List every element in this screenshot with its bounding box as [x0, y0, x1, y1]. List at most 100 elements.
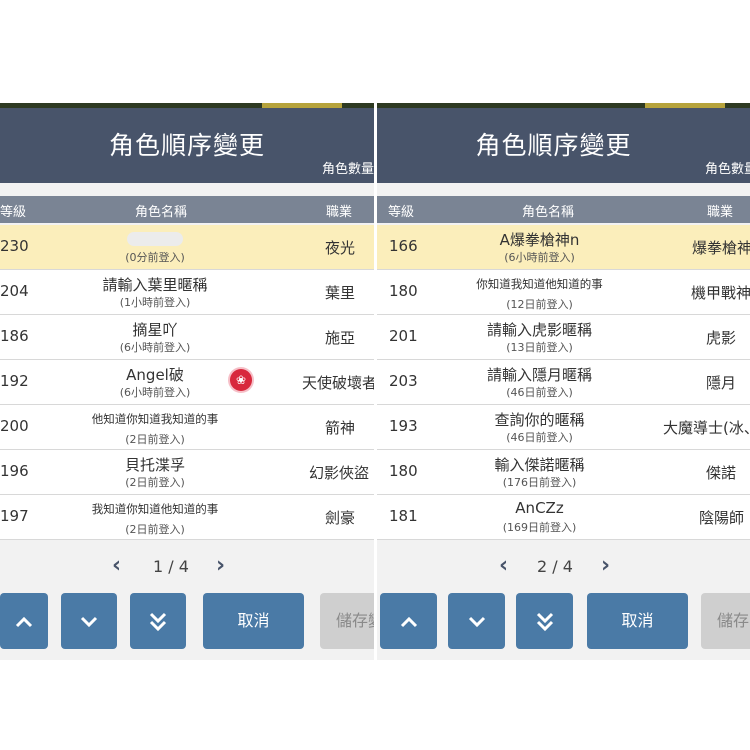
- chevron-down-icon: [80, 616, 98, 627]
- character-count-label: 角色數量: [705, 162, 750, 177]
- character-row[interactable]: 166 A爆拳槍神n (6小時前登入) 爆拳槍神: [377, 225, 750, 270]
- character-row[interactable]: 201 請輸入虎影暱稱 (13日前登入) 虎影: [377, 315, 750, 360]
- character-job: 幻影俠盜: [309, 464, 370, 482]
- character-name: 輸入傑諾暱稱: [494, 456, 585, 474]
- column-header: 等級 角色名稱 職業: [0, 196, 374, 223]
- character-name: AnCZz: [515, 499, 564, 517]
- dialog-title: 角色順序變更: [108, 131, 265, 160]
- character-name: 請輸入隱月暱稱: [486, 366, 592, 384]
- last-login: (6小時前登入): [119, 341, 191, 354]
- character-job: 陰陽師: [699, 509, 745, 527]
- character-job: 施亞: [325, 329, 356, 347]
- character-level: 203: [389, 372, 418, 390]
- character-level: 192: [0, 372, 29, 390]
- character-job: 大魔導士(冰、: [663, 419, 750, 437]
- character-list: 230 (0分前登入) 夜光 204 請輸入葉里暱稱 (1小時前登入) 葉里 1…: [0, 225, 374, 540]
- character-level: 180: [389, 282, 418, 300]
- column-job: 職業: [707, 205, 734, 220]
- character-level: 181: [389, 507, 418, 525]
- character-name: 請輸入葉里暱稱: [102, 276, 208, 294]
- character-job: 箭神: [325, 419, 356, 437]
- column-level: 等級: [388, 205, 415, 220]
- character-row[interactable]: 193 查詢你的暱稱 (46日前登入) 大魔導士(冰、: [377, 405, 750, 450]
- last-login: (46日前登入): [506, 386, 573, 399]
- move-to-bottom-button[interactable]: [516, 593, 573, 649]
- last-login: (1小時前登入): [119, 296, 191, 309]
- character-level: 166: [389, 237, 418, 255]
- character-row[interactable]: 204 請輸入葉里暱稱 (1小時前登入) 葉里: [0, 270, 374, 315]
- character-row[interactable]: 196 貝托渫孚 (2日前登入) 幻影俠盜: [0, 450, 374, 495]
- character-row[interactable]: 200 他知道你知道我知道的事 (2日前登入) 箭神: [0, 405, 374, 450]
- character-name: 你知道我知道他知道的事: [476, 277, 603, 291]
- save-button[interactable]: 儲存變: [320, 593, 374, 649]
- character-row[interactable]: 180 你知道我知道他知道的事 (12日前登入) 機甲戰神: [377, 270, 750, 315]
- character-row[interactable]: 180 輸入傑諾暱稱 (176日前登入) 傑諾: [377, 450, 750, 495]
- last-login: (6小時前登入): [504, 251, 575, 264]
- redacted-name: [127, 231, 183, 246]
- column-name: 角色名稱: [522, 205, 575, 220]
- character-name: A爆拳槍神n: [499, 231, 580, 249]
- last-login: (0分前登入): [125, 251, 185, 264]
- character-job: 傑諾: [706, 464, 737, 482]
- character-row[interactable]: 192 Angel破 (6小時前登入) ❀ 天使破壞者: [0, 360, 374, 405]
- character-level: 204: [0, 282, 29, 300]
- character-level: 193: [389, 417, 418, 435]
- character-row[interactable]: 203 請輸入隱月暱稱 (46日前登入) 隱月: [377, 360, 750, 405]
- move-up-button[interactable]: [380, 593, 437, 649]
- cancel-button[interactable]: 取消: [203, 593, 304, 649]
- character-job: 夜光: [325, 239, 356, 257]
- character-row[interactable]: 181 AnCZz (169日前登入) 陰陽師: [377, 495, 750, 540]
- column-job: 職業: [326, 205, 353, 220]
- chevron-left-icon[interactable]: ‹: [499, 555, 508, 577]
- character-job: 機甲戰神: [691, 284, 750, 302]
- character-name: 請輸入虎影暱稱: [486, 321, 592, 339]
- chevron-right-icon[interactable]: ›: [601, 555, 610, 577]
- move-up-button[interactable]: [0, 593, 48, 649]
- last-login: (12日前登入): [506, 298, 573, 311]
- last-login: (6小時前登入): [119, 386, 191, 399]
- character-level: 230: [0, 237, 29, 255]
- character-job: 天使破壞者: [302, 374, 374, 392]
- character-row[interactable]: 197 我知道你知道他知道的事 (2日前登入) 劍豪: [0, 495, 374, 540]
- chevron-right-icon[interactable]: ›: [216, 555, 225, 577]
- dialog-title: 角色順序變更: [475, 131, 632, 160]
- character-row[interactable]: 230 (0分前登入) 夜光: [0, 225, 374, 270]
- dialog-header: 角色順序變更 角色數量: [377, 108, 750, 183]
- dialog-header: 角色順序變更 角色數量: [0, 108, 374, 183]
- character-job: 葉里: [325, 284, 356, 302]
- character-job: 虎影: [706, 329, 737, 347]
- character-level: 200: [0, 417, 29, 435]
- last-login: (176日前登入): [502, 476, 577, 489]
- last-login: (169日前登入): [502, 521, 577, 534]
- pagination: ‹ 1 / 4 ›: [0, 553, 374, 583]
- character-level: 201: [389, 327, 418, 345]
- character-name: 我知道你知道他知道的事: [91, 502, 219, 516]
- character-job: 爆拳槍神: [692, 239, 750, 257]
- chevron-left-icon[interactable]: ‹: [112, 555, 121, 577]
- character-name: 他知道你知道我知道的事: [91, 412, 219, 426]
- last-login: (2日前登入): [125, 523, 185, 536]
- page-indicator: 1 / 4: [153, 557, 189, 576]
- double-chevron-down-icon: [536, 612, 553, 631]
- move-to-bottom-button[interactable]: [130, 593, 186, 649]
- last-login: (2日前登入): [125, 433, 185, 446]
- pagination: ‹ 2 / 4 ›: [377, 553, 750, 583]
- move-down-button[interactable]: [448, 593, 505, 649]
- character-list: 166 A爆拳槍神n (6小時前登入) 爆拳槍神 180 你知道我知道他知道的事…: [377, 225, 750, 540]
- last-login: (46日前登入): [506, 431, 573, 444]
- chevron-down-icon: [468, 616, 485, 627]
- move-down-button[interactable]: [61, 593, 117, 649]
- column-header: 等級 角色名稱 職業: [377, 196, 750, 223]
- cancel-button[interactable]: 取消: [587, 593, 688, 649]
- save-button[interactable]: 儲存: [701, 593, 750, 649]
- column-level: 等級: [0, 205, 27, 220]
- column-name: 角色名稱: [135, 205, 188, 220]
- last-login: (13日前登入): [506, 341, 573, 354]
- chevron-up-icon: [15, 616, 33, 627]
- character-level: 196: [0, 462, 29, 480]
- character-level: 186: [0, 327, 29, 345]
- character-order-panel-page-1: 角色順序變更 角色數量 等級 角色名稱 職業 230 (0分前登入) 夜光 20…: [0, 103, 374, 660]
- character-row[interactable]: 186 摘星吖 (6小時前登入) 施亞: [0, 315, 374, 360]
- character-name: [70, 229, 240, 247]
- character-order-panel-page-2: 角色順序變更 角色數量 等級 角色名稱 職業 166 A爆拳槍神n (6小時前登…: [377, 103, 750, 660]
